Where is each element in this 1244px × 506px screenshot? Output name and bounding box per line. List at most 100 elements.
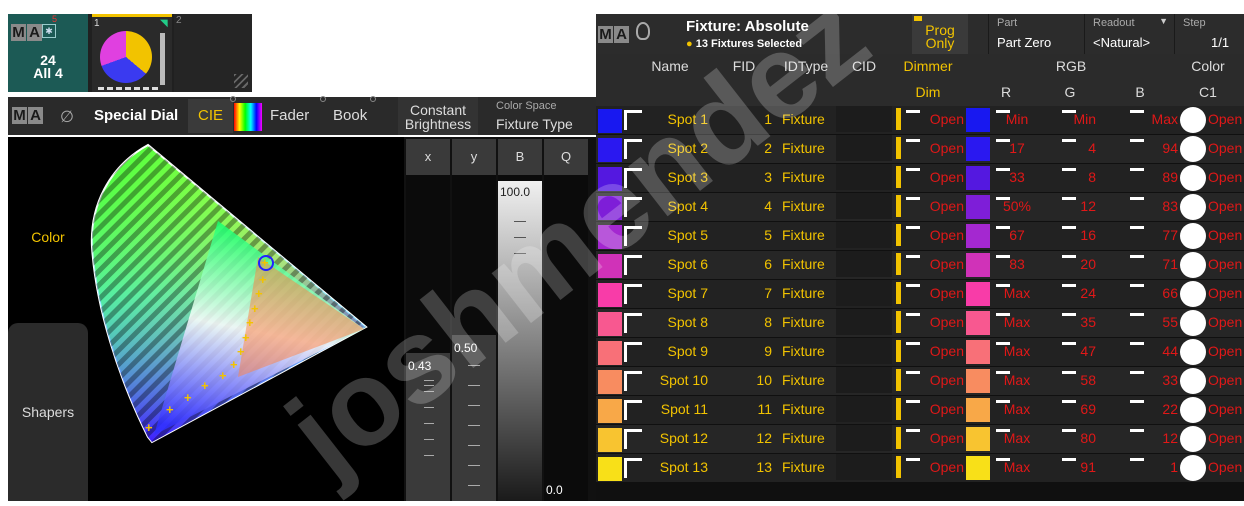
cie-diagram[interactable]: + + + + + + + + + + + + + — [88, 137, 404, 501]
swatch-tab-icon[interactable] — [234, 103, 262, 131]
col-g[interactable]: G — [1060, 84, 1080, 100]
dimmer-value[interactable]: Open — [906, 193, 964, 219]
dimmer-value[interactable]: Open — [906, 425, 964, 451]
color-space-select[interactable]: Color Space Fixture Type — [490, 97, 596, 135]
view-button-1[interactable]: 1 ◥ — [92, 14, 172, 92]
fixture-cid[interactable] — [836, 135, 892, 161]
fixture-name[interactable]: Spot 12 — [636, 425, 712, 451]
rgb-r-value[interactable]: Max — [992, 309, 1042, 335]
fixture-name[interactable]: Spot 9 — [636, 338, 712, 364]
rgb-r-value[interactable]: 67 — [992, 222, 1042, 248]
color-c1-value[interactable]: Open — [1208, 454, 1244, 480]
dimmer-value[interactable]: Open — [906, 338, 964, 364]
color-c1-value[interactable]: Open — [1208, 164, 1244, 190]
dimmer-value[interactable]: Open — [906, 280, 964, 306]
master-view-button[interactable]: MA ✱ 5 24 All 4 — [8, 14, 88, 92]
fixture-idtype[interactable]: Fixture — [782, 425, 842, 451]
fixture-name[interactable]: Spot 2 — [636, 135, 712, 161]
color-c1-value[interactable]: Open — [1208, 280, 1244, 306]
col-c1[interactable]: C1 — [1178, 84, 1238, 100]
fixture-idtype[interactable]: Fixture — [782, 454, 842, 480]
fixture-cid[interactable] — [836, 193, 892, 219]
rgb-r-value[interactable]: Max — [992, 338, 1042, 364]
fixture-fid[interactable]: 8 — [716, 309, 776, 335]
fixture-idtype[interactable]: Fixture — [782, 193, 842, 219]
rgb-r-value[interactable]: 50% — [992, 193, 1042, 219]
rgb-g-value[interactable]: 80 — [1036, 425, 1096, 451]
fixture-fid[interactable]: 6 — [716, 251, 776, 277]
rgb-b-value[interactable]: Max — [1116, 106, 1178, 132]
fixture-name[interactable]: Spot 3 — [636, 164, 712, 190]
rgb-b-value[interactable]: 55 — [1116, 309, 1178, 335]
rgb-b-value[interactable]: 71 — [1116, 251, 1178, 277]
side-tab-color[interactable]: Color — [8, 137, 88, 321]
view-settings-icon[interactable]: ✱ — [42, 24, 56, 38]
fixture-fid[interactable]: 3 — [716, 164, 776, 190]
rgb-b-value[interactable]: 33 — [1116, 367, 1178, 393]
dimmer-value[interactable]: Open — [906, 309, 964, 335]
fixture-cid[interactable] — [836, 280, 892, 306]
color-c1-value[interactable]: Open — [1208, 222, 1244, 248]
fixture-cid[interactable] — [836, 367, 892, 393]
fixture-idtype[interactable]: Fixture — [782, 338, 842, 364]
fader-y[interactable]: y 0.50 — [452, 139, 496, 501]
fixture-idtype[interactable]: Fixture — [782, 367, 842, 393]
rgb-b-value[interactable]: 66 — [1116, 280, 1178, 306]
fixture-idtype[interactable]: Fixture — [782, 309, 842, 335]
color-c1-value[interactable]: Open — [1208, 251, 1244, 277]
table-row[interactable]: Spot 9 9 Fixture Open Max 47 44 Open — [596, 338, 1244, 366]
table-row[interactable]: Spot 3 3 Fixture Open 33 8 89 Open — [596, 164, 1244, 192]
fixture-cid[interactable] — [836, 454, 892, 480]
side-tab-shapers[interactable]: Shapers — [8, 323, 88, 501]
fixture-cid[interactable] — [836, 338, 892, 364]
fader-x[interactable]: x 0.43 — [406, 139, 450, 501]
table-row[interactable]: Spot 4 4 Fixture Open 50% 12 83 Open — [596, 193, 1244, 221]
rgb-b-value[interactable]: 94 — [1116, 135, 1178, 161]
fixture-idtype[interactable]: Fixture — [782, 280, 842, 306]
fader-track[interactable]: 0.43 — [406, 175, 450, 501]
table-row[interactable]: Spot 8 8 Fixture Open Max 35 55 Open — [596, 309, 1244, 337]
table-row[interactable]: Spot 1 1 Fixture Open Min Min Max Open — [596, 106, 1244, 134]
rgb-g-value[interactable]: 20 — [1036, 251, 1096, 277]
fixture-cid[interactable] — [836, 309, 892, 335]
fixture-name[interactable]: Spot 4 — [636, 193, 712, 219]
table-row[interactable]: Spot 6 6 Fixture Open 83 20 71 Open — [596, 251, 1244, 279]
fixture-idtype[interactable]: Fixture — [782, 164, 842, 190]
col-dimmer[interactable]: Dimmer — [894, 58, 962, 74]
col-name[interactable]: Name — [632, 58, 708, 74]
rgb-b-value[interactable]: 77 — [1116, 222, 1178, 248]
fixture-fid[interactable]: 1 — [716, 106, 776, 132]
rgb-r-value[interactable]: 17 — [992, 135, 1042, 161]
rgb-b-value[interactable]: 22 — [1116, 396, 1178, 422]
part-select[interactable]: Part Part Zero — [988, 14, 1084, 54]
rgb-g-value[interactable]: 58 — [1036, 367, 1096, 393]
table-row[interactable]: Spot 10 10 Fixture Open Max 58 33 Open — [596, 367, 1244, 395]
constant-brightness-button[interactable]: Constant Brightness — [398, 97, 478, 135]
color-c1-value[interactable]: Open — [1208, 309, 1244, 335]
fader-brightness[interactable]: B 100.0 — [498, 139, 542, 501]
rgb-r-value[interactable]: 33 — [992, 164, 1042, 190]
fader-track[interactable]: 0.50 — [452, 175, 496, 501]
table-row[interactable]: Spot 5 5 Fixture Open 67 16 77 Open — [596, 222, 1244, 250]
resize-grip-icon[interactable] — [234, 74, 248, 88]
col-rgb[interactable]: RGB — [966, 58, 1176, 74]
tab-fader[interactable]: Fader — [270, 107, 309, 124]
col-b[interactable]: B — [1130, 84, 1150, 100]
fixture-fid[interactable]: 12 — [716, 425, 776, 451]
dimmer-value[interactable]: Open — [906, 135, 964, 161]
rgb-r-value[interactable]: Max — [992, 425, 1042, 451]
fixture-idtype[interactable]: Fixture — [782, 106, 842, 132]
table-row[interactable]: Spot 12 12 Fixture Open Max 80 12 Open — [596, 425, 1244, 453]
rgb-b-value[interactable]: 12 — [1116, 425, 1178, 451]
col-dim[interactable]: Dim — [894, 84, 962, 100]
fixture-fid[interactable]: 4 — [716, 193, 776, 219]
table-row[interactable]: Spot 7 7 Fixture Open Max 24 66 Open — [596, 280, 1244, 308]
col-color[interactable]: Color — [1178, 58, 1238, 74]
tab-cie[interactable]: CIE — [188, 99, 233, 133]
fixture-idtype[interactable]: Fixture — [782, 135, 842, 161]
fixture-name[interactable]: Spot 11 — [636, 396, 712, 422]
fixture-idtype[interactable]: Fixture — [782, 396, 842, 422]
fixture-idtype[interactable]: Fixture — [782, 222, 842, 248]
color-c1-value[interactable]: Open — [1208, 338, 1244, 364]
rgb-g-value[interactable]: Min — [1036, 106, 1096, 132]
